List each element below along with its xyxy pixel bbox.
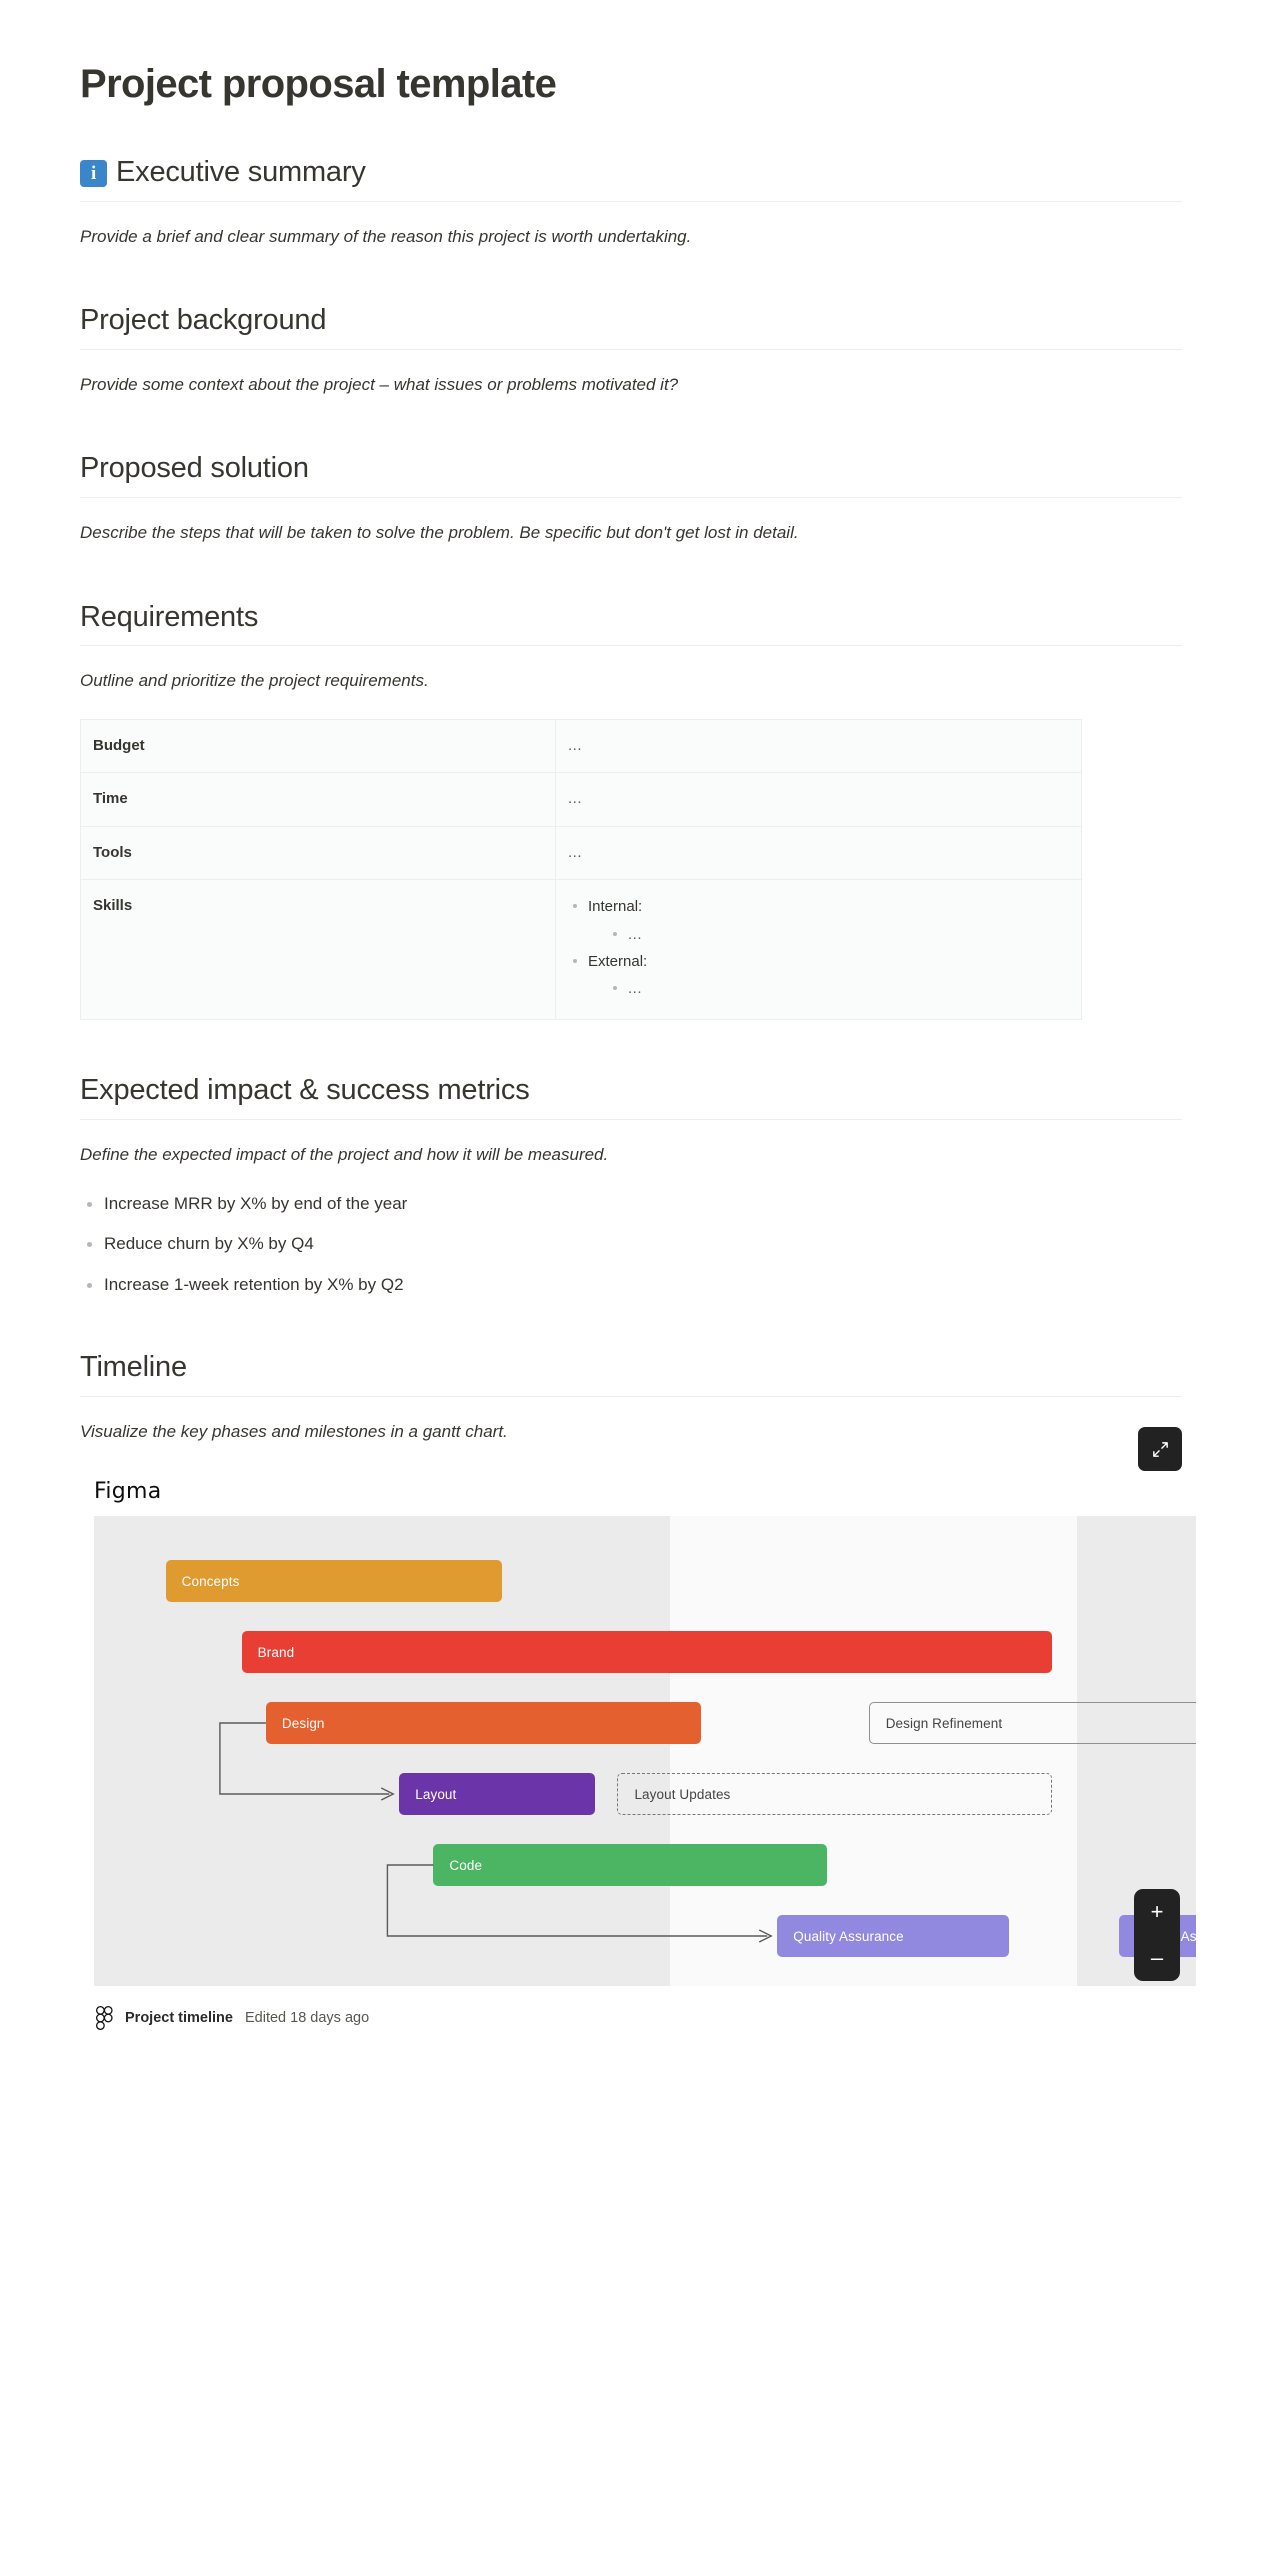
heading-proposed-solution: Proposed solution [80,450,1182,499]
body-executive-summary: Provide a brief and clear summary of the… [80,226,692,246]
heading-expected-impact: Expected impact & success metrics [80,1072,1182,1121]
row-key: Time [80,772,556,827]
row-key: Budget [80,718,556,774]
heading-project-background: Project background [80,302,1182,350]
body-proposed-solution: Describe the steps that will be taken to… [80,523,799,543]
table-row: Time ... [80,772,1082,827]
body-requirements: Outline and prioritize the project requi… [80,671,429,691]
impact-bullet-list: Increase MRR by X% by end of the year Re… [80,1191,1182,1298]
row-value[interactable]: ... [568,737,582,754]
list-item: Internal: ... [568,895,1069,946]
list-item: Increase 1-week retention by X% by Q2 [80,1272,1182,1298]
table-row-skills: Skills Internal: ... External: ... [80,879,1082,1021]
heading-timeline: Timeline [80,1349,1182,1397]
row-key: Skills [80,879,556,1021]
row-value[interactable]: ... [568,844,582,861]
list-item: Reduce churn by X% by Q4 [80,1231,1182,1257]
gantt-dependency-arrows [219,1722,773,1943]
table-row: Budget ... [80,718,1082,774]
body-timeline: Visualize the key phases and milestones … [80,1421,508,1441]
heading-requirements: Requirements [80,599,1182,647]
skills-internal-value[interactable]: ... [628,926,642,943]
row-key: Tools [80,825,556,881]
skills-external-sublist: ... [608,977,1069,1000]
skills-list: Internal: ... External: ... [568,895,1069,1000]
figma-logo-icon [96,2006,113,2031]
heading-text: Requirements [80,600,259,633]
skills-internal-label: Internal: [588,898,643,916]
zoom-out-button[interactable]: – [1151,1947,1163,1969]
row-value[interactable]: ... [568,790,582,807]
figma-embed: Figma Concepts Brand Design Design Refineme… [80,1427,1196,2031]
embed-file-name[interactable]: Project timeline [125,2010,233,2026]
heading-text: Executive summary [116,156,366,188]
list-item: ... [608,923,1069,946]
info-icon: i [80,160,107,188]
heading-text: Proposed solution [80,452,309,485]
heading-executive-summary: i Executive summary [80,154,1182,202]
gantt-chart[interactable]: Concepts Brand Design Design Refinement Layo… [94,1516,1196,1987]
requirements-table: Budget ... Time ... Tools ... Skills Int… [80,718,1082,1021]
document-page: Project proposal template i Executive su… [0,0,1278,2560]
heading-text: Project background [80,304,327,337]
zoom-in-button[interactable]: + [1151,1901,1164,1923]
embed-footer: Project timeline Edited 18 days ago [96,2006,1182,2031]
heading-text: Expected impact & success metrics [80,1074,530,1107]
body-project-background: Provide some context about the project –… [80,374,679,394]
body-expected-impact: Define the expected impact of the projec… [80,1145,609,1165]
list-item: ... [608,977,1069,1000]
heading-text: Timeline [80,1351,187,1384]
figma-provider-label: Figma [94,1479,162,1505]
expand-icon [1152,1441,1168,1457]
skills-external-value[interactable]: ... [628,980,642,997]
list-item: External: ... [568,950,1069,1001]
page-title: Project proposal template [80,62,557,106]
skills-external-label: External: [588,952,648,970]
zoom-controls[interactable]: + – [1134,1889,1180,1982]
list-item: Increase MRR by X% by end of the year [80,1191,1182,1217]
skills-internal-sublist: ... [608,923,1069,946]
embed-edited-meta: Edited 18 days ago [244,2010,370,2027]
expand-button[interactable] [1138,1427,1182,1472]
table-row: Tools ... [80,825,1082,881]
